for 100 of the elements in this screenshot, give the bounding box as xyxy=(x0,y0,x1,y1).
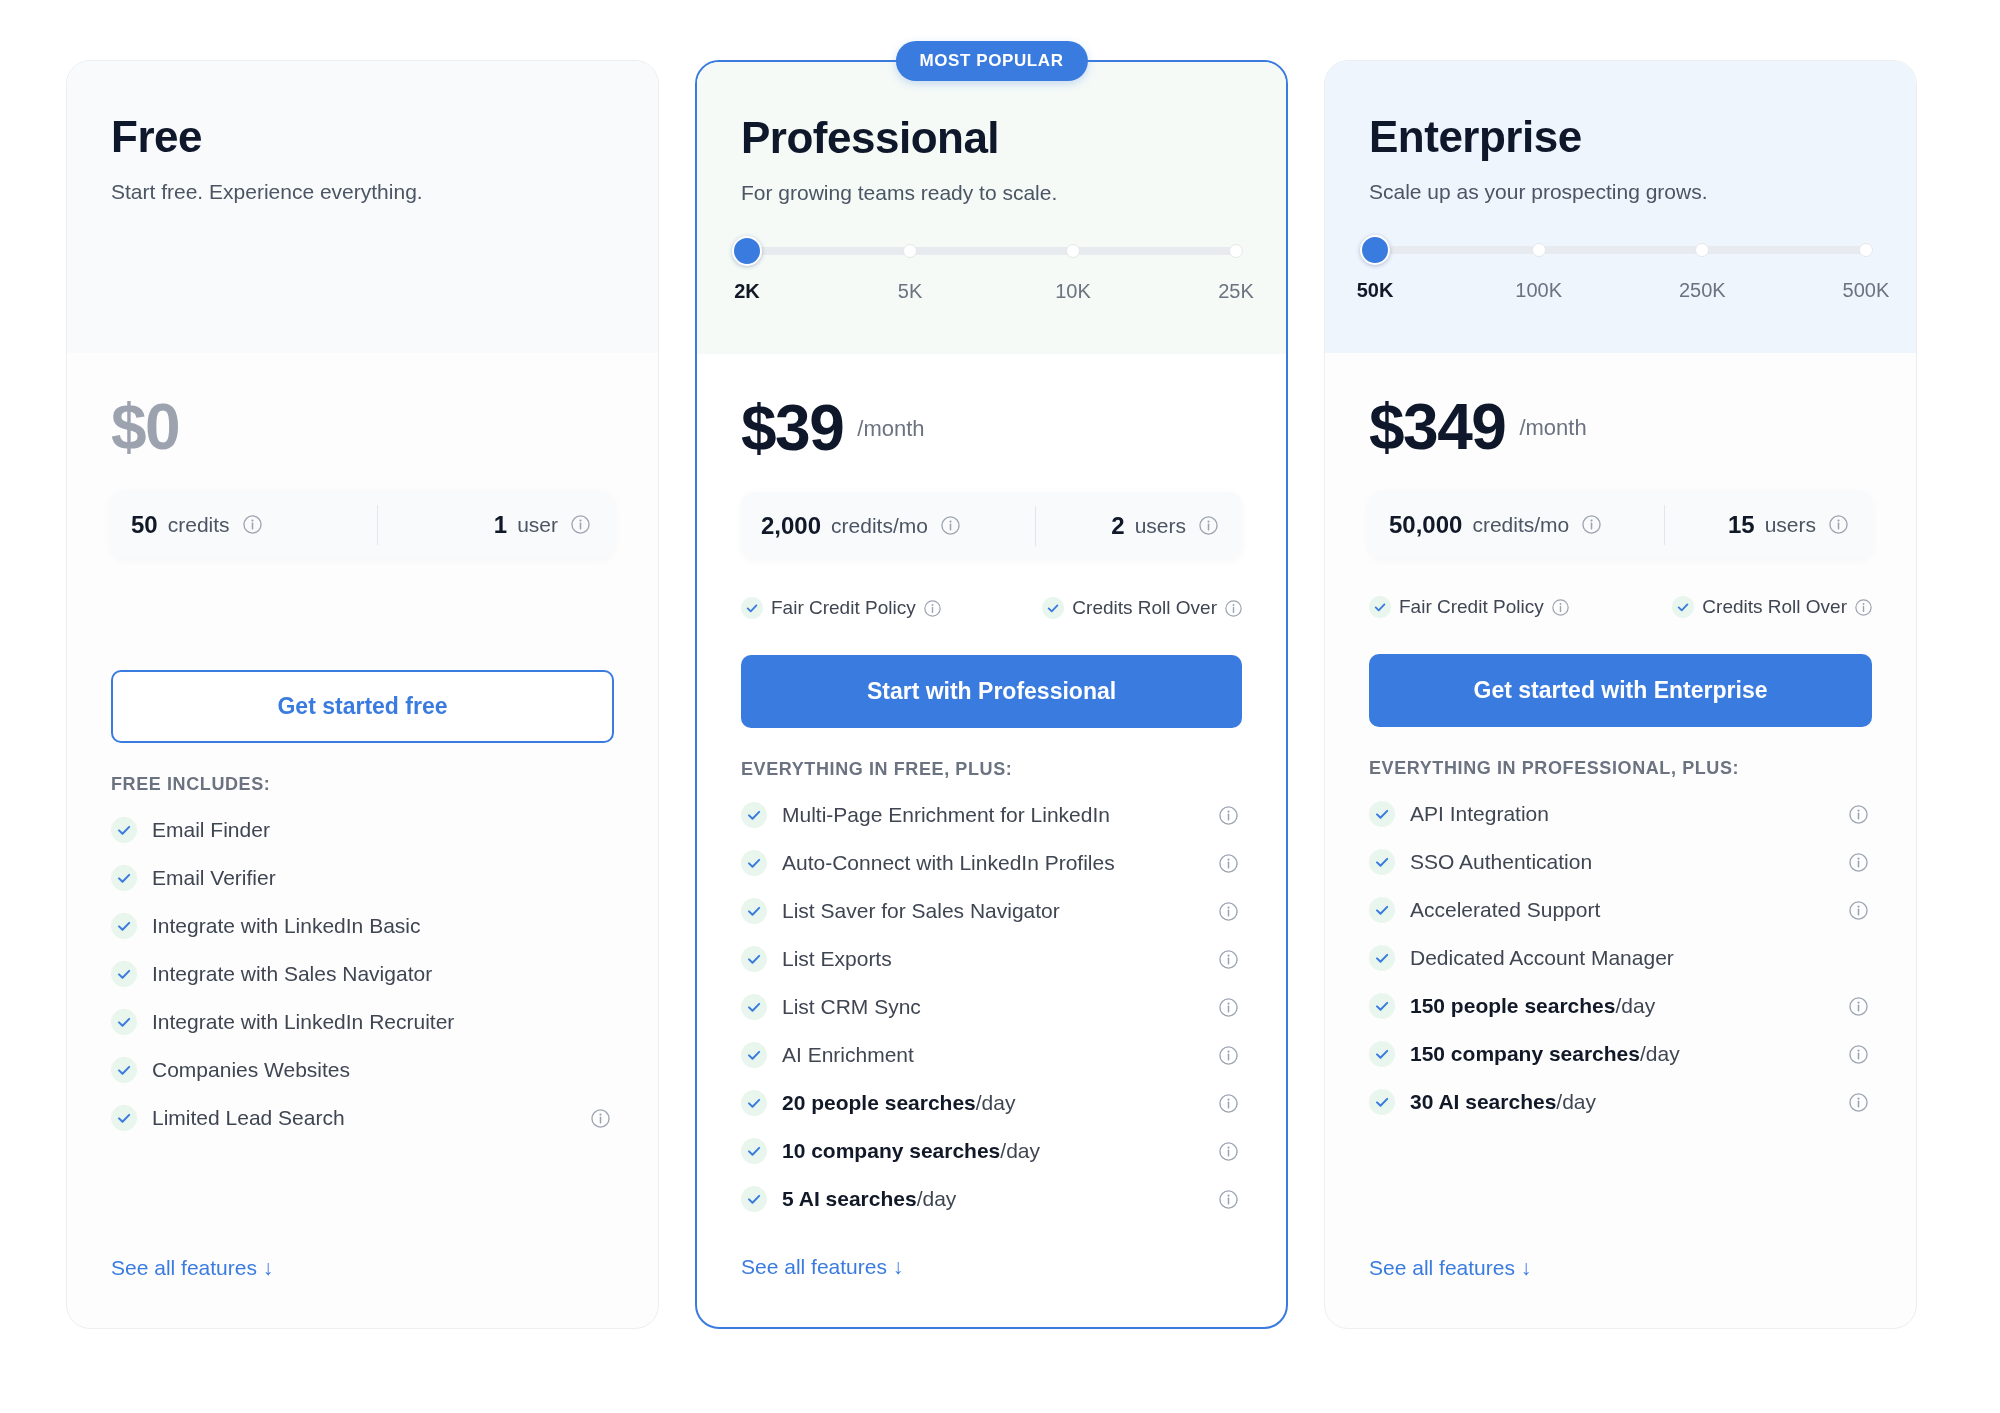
feature-text: 20 people searches/day xyxy=(782,1091,1016,1115)
credit-amount: 2,000 xyxy=(761,511,822,540)
info-icon[interactable] xyxy=(1219,1189,1238,1209)
info-icon[interactable] xyxy=(242,515,262,534)
check-icon xyxy=(741,898,767,924)
info-icon[interactable] xyxy=(1849,1044,1868,1064)
check-icon xyxy=(111,865,137,891)
info-icon[interactable] xyxy=(591,1108,610,1128)
slider-thumb[interactable] xyxy=(732,236,762,266)
price: $39 xyxy=(741,392,844,464)
slider-label[interactable]: 100K xyxy=(1508,277,1569,303)
info-icon[interactable] xyxy=(1849,804,1868,824)
plan-tagline: Scale up as your prospecting grows. xyxy=(1369,179,1709,205)
see-all-features-link[interactable]: See all features ↓ xyxy=(111,1254,274,1282)
feature-text: Dedicated Account Manager xyxy=(1410,946,1674,970)
check-icon xyxy=(1369,801,1395,827)
info-icon[interactable] xyxy=(1849,852,1868,872)
slider-thumb[interactable] xyxy=(1360,235,1390,265)
check-icon xyxy=(1369,849,1395,875)
feature-text: 150 company searches/day xyxy=(1410,1042,1680,1066)
feature-text: 30 AI searches/day xyxy=(1410,1090,1597,1114)
feature-text: Multi-Page Enrichment for LinkedIn xyxy=(782,803,1110,827)
user-unit: user xyxy=(517,512,558,537)
plan-name: Enterprise xyxy=(1369,111,1583,163)
cta-button[interactable]: Get started free xyxy=(111,670,614,743)
plan-name: Free xyxy=(111,111,203,163)
feature-text: Accelerated Support xyxy=(1410,898,1601,922)
info-icon[interactable] xyxy=(923,599,941,617)
feature-text: Email Verifier xyxy=(152,866,276,890)
info-icon[interactable] xyxy=(1219,1141,1238,1161)
cta-button[interactable]: Start with Professional xyxy=(741,655,1242,728)
section-heading: FREE INCLUDES: xyxy=(111,773,272,796)
info-icon[interactable] xyxy=(1551,598,1569,616)
check-icon xyxy=(741,946,767,972)
info-icon[interactable] xyxy=(1225,599,1242,617)
user-count: 2 xyxy=(1111,511,1125,540)
feature-text: API Integration xyxy=(1410,802,1549,826)
section-heading: EVERYTHING IN FREE, PLUS: xyxy=(741,758,1014,781)
check-icon xyxy=(1369,1089,1395,1115)
check-icon xyxy=(1369,993,1395,1019)
check-icon xyxy=(1672,596,1695,618)
check-icon xyxy=(111,1009,137,1035)
slider-label[interactable]: 250K xyxy=(1672,277,1733,303)
info-icon[interactable] xyxy=(1849,900,1868,920)
user-unit: users xyxy=(1134,513,1186,538)
check-icon xyxy=(741,1138,767,1164)
cta-button[interactable]: Get started with Enterprise xyxy=(1369,654,1872,727)
check-icon xyxy=(741,1186,767,1212)
info-icon[interactable] xyxy=(1849,996,1868,1016)
credit-amount: 50,000 xyxy=(1389,510,1463,539)
feature-text: Integrate with LinkedIn Recruiter xyxy=(152,1010,455,1034)
slider-label[interactable]: 500K xyxy=(1835,277,1896,303)
feature-text: Companies Websites xyxy=(152,1058,351,1082)
slider-label[interactable]: 25K xyxy=(1206,278,1266,304)
price: $0 xyxy=(111,391,180,463)
info-icon[interactable] xyxy=(1219,1093,1238,1113)
feature-text: List Saver for Sales Navigator xyxy=(782,899,1060,923)
feature-text: Email Finder xyxy=(152,818,270,842)
plan-tagline: For growing teams ready to scale. xyxy=(741,180,1059,206)
feature-text: List Exports xyxy=(782,947,892,971)
policy-text: Credits Roll Over xyxy=(1702,596,1847,618)
info-icon[interactable] xyxy=(1829,515,1848,534)
slider-label[interactable]: 10K xyxy=(1043,278,1103,304)
plan-badge: MOST POPULAR xyxy=(895,41,1088,81)
check-icon xyxy=(111,1057,137,1083)
credit-amount: 50 xyxy=(131,510,158,539)
info-icon[interactable] xyxy=(940,516,960,535)
feature-text: Limited Lead Search xyxy=(152,1106,345,1130)
info-icon[interactable] xyxy=(571,515,590,534)
check-icon xyxy=(741,597,763,619)
info-icon[interactable] xyxy=(1199,516,1218,535)
feature-text: SSO Authentication xyxy=(1410,850,1593,874)
info-icon[interactable] xyxy=(1582,515,1602,534)
feature-text: 150 people searches/day xyxy=(1410,994,1656,1018)
feature-text: Integrate with Sales Navigator xyxy=(152,962,433,986)
check-icon xyxy=(111,961,137,987)
info-icon[interactable] xyxy=(1849,1092,1868,1112)
info-icon[interactable] xyxy=(1219,1045,1238,1065)
info-icon[interactable] xyxy=(1219,805,1238,825)
info-icon[interactable] xyxy=(1219,901,1238,921)
check-icon xyxy=(1369,897,1395,923)
feature-text: Auto-Connect with LinkedIn Profiles xyxy=(782,851,1115,875)
see-all-features-link[interactable]: See all features ↓ xyxy=(741,1253,904,1281)
price-period: /month xyxy=(857,416,925,442)
check-icon xyxy=(111,913,137,939)
info-icon[interactable] xyxy=(1219,949,1238,969)
feature-text: 5 AI searches/day xyxy=(782,1187,957,1211)
feature-text: AI Enrichment xyxy=(782,1043,914,1067)
info-icon[interactable] xyxy=(1219,997,1238,1017)
slider-label[interactable]: 5K xyxy=(880,278,940,304)
check-icon xyxy=(741,1042,767,1068)
info-icon[interactable] xyxy=(1219,853,1238,873)
credit-unit: credits/mo xyxy=(1472,512,1570,537)
see-all-features-link[interactable]: See all features ↓ xyxy=(1369,1254,1532,1282)
info-icon[interactable] xyxy=(1855,598,1872,616)
check-icon xyxy=(1369,596,1391,618)
feature-text: List CRM Sync xyxy=(782,995,921,1019)
slider-label[interactable]: 2K xyxy=(717,278,777,304)
slider-label[interactable]: 50K xyxy=(1345,277,1405,303)
check-icon xyxy=(1369,1041,1395,1067)
